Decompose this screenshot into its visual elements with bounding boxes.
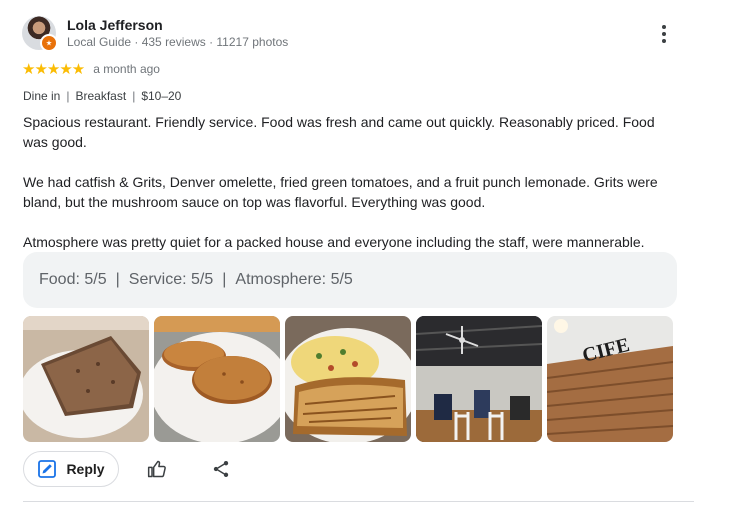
review-paragraph: Atmosphere was pretty quiet for a packed… (23, 234, 645, 250)
rating-row: ★★★★★ a month ago (22, 60, 160, 78)
score-separator: | (115, 271, 120, 288)
tag-meal-type: Breakfast (75, 89, 127, 103)
photo-signage-wall[interactable]: CIFE (547, 316, 673, 442)
tag-price: $10–20 (141, 89, 182, 103)
author-name[interactable]: Lola Jefferson (67, 17, 163, 33)
visit-tags: Dine in | Breakfast | $10–20 (23, 89, 181, 103)
like-button[interactable] (141, 453, 173, 485)
tag-service-type: Dine in (23, 89, 61, 103)
photo-strip: CIFE (23, 316, 673, 442)
photo-omelette-hashbrowns[interactable] (285, 316, 411, 442)
share-button[interactable] (205, 453, 237, 485)
star-rating: ★★★★★ (22, 61, 85, 78)
more-vert-dot (662, 39, 666, 43)
score-atmosphere: Atmosphere: 5/5 (235, 271, 353, 288)
photo-dining-room[interactable] (416, 316, 542, 442)
score-separator: | (222, 271, 227, 288)
avatar[interactable] (22, 16, 58, 52)
review-time: a month ago (93, 62, 160, 76)
photo-fried-tomatoes[interactable] (154, 316, 280, 442)
author-meta[interactable]: Local Guide · 435 reviews · 11217 photos (67, 35, 288, 49)
local-guide-badge-icon (40, 34, 58, 52)
more-vert-dot (662, 32, 666, 36)
more-vert-icon (662, 25, 666, 29)
review-divider (23, 501, 694, 502)
reply-button[interactable]: Reply (23, 451, 119, 487)
reply-edit-icon (38, 460, 57, 478)
review-paragraph: Spacious restaurant. Friendly service. F… (23, 114, 655, 150)
review-actions: Reply (23, 450, 237, 488)
review-header: Lola Jefferson Local Guide · 435 reviews… (22, 14, 682, 54)
tag-separator: | (132, 89, 136, 103)
score-food: Food: 5/5 (39, 271, 107, 288)
photo-toast[interactable] (23, 316, 149, 442)
reply-label: Reply (66, 461, 105, 477)
thumb-up-icon (147, 460, 166, 478)
attribute-scores: Food: 5/5 | Service: 5/5 | Atmosphere: 5… (23, 252, 677, 308)
tag-separator: | (66, 89, 70, 103)
review-paragraph: We had catfish & Grits, Denver omelette,… (23, 174, 658, 210)
score-service: Service: 5/5 (128, 271, 214, 288)
share-icon (213, 461, 229, 477)
more-options-button[interactable] (652, 20, 676, 48)
